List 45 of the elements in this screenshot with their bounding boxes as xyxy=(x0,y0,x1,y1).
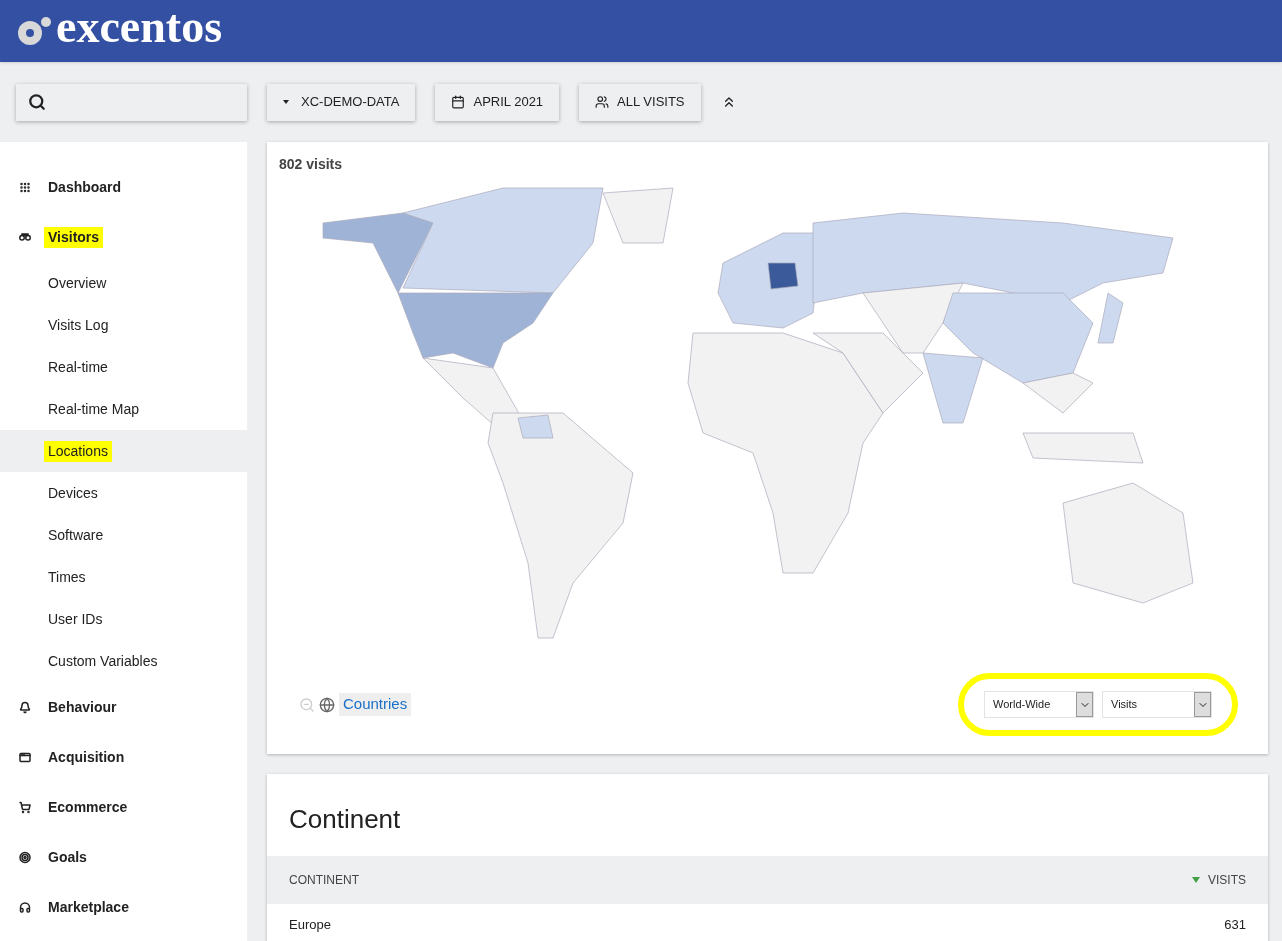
nav-icon xyxy=(19,850,31,864)
toolbar-button[interactable]: APRIL 2021 xyxy=(435,83,560,121)
sidebar-item[interactable]: Times xyxy=(48,566,86,588)
sidebar-item[interactable]: Real-time xyxy=(48,356,108,378)
sidebar-item[interactable]: Visitors xyxy=(44,226,104,248)
sidebar-item[interactable]: Acquisition xyxy=(48,746,125,768)
nav-icon xyxy=(19,750,31,764)
caret-icon xyxy=(283,100,289,104)
sidebar-item[interactable]: User IDs xyxy=(48,608,103,630)
sidebar-item[interactable]: Visits Log xyxy=(48,314,109,336)
table-cell-text: Europe xyxy=(289,915,331,934)
sidebar-item[interactable]: Real-time Map xyxy=(48,398,140,420)
users-icon xyxy=(595,95,610,109)
search-icon xyxy=(28,93,46,111)
calendar-icon xyxy=(451,95,466,109)
sidebar-item[interactable]: Marketplace xyxy=(48,896,129,918)
nav-icon xyxy=(19,700,31,714)
sidebar-item[interactable]: Ecommerce xyxy=(48,796,128,818)
dropdown-select[interactable]: Visits xyxy=(1102,691,1212,718)
visits-count: 802 visits xyxy=(279,155,344,174)
card-title: Continent xyxy=(288,803,402,836)
sidebar-item[interactable]: Overview xyxy=(48,272,107,294)
search-field[interactable] xyxy=(16,83,247,121)
toolbar-button[interactable]: ALL VISITS xyxy=(579,83,701,121)
dropdown-select[interactable]: World-Wide xyxy=(984,691,1094,718)
sidebar-item[interactable]: Dashboard xyxy=(48,176,122,198)
sidebar-item[interactable]: Software xyxy=(48,524,104,546)
column-header[interactable]: VISITS xyxy=(1208,871,1246,889)
nav-icon xyxy=(19,800,31,814)
globe-icon xyxy=(319,696,335,713)
nav-icon xyxy=(19,180,31,194)
sidebar-item[interactable]: Behaviour xyxy=(48,696,117,718)
sidebar-item[interactable]: Custom Variables xyxy=(48,650,158,672)
toolbar-button[interactable]: XC-DEMO-DATA xyxy=(267,83,416,121)
sidebar-item[interactable]: Locations xyxy=(44,440,112,462)
sidebar-item[interactable]: Goals xyxy=(48,846,87,868)
binoculars-icon xyxy=(19,231,31,243)
logo-icon xyxy=(16,16,52,46)
logo-text: excentos xyxy=(56,4,223,50)
sidebar-item[interactable]: Devices xyxy=(48,482,98,504)
column-header[interactable]: CONTINENT xyxy=(289,871,359,889)
zoom-out-icon[interactable] xyxy=(299,696,315,713)
nav-icon xyxy=(19,900,31,914)
countries-link[interactable]: Countries xyxy=(339,693,412,716)
table-cell-text: 631 xyxy=(1224,915,1246,934)
